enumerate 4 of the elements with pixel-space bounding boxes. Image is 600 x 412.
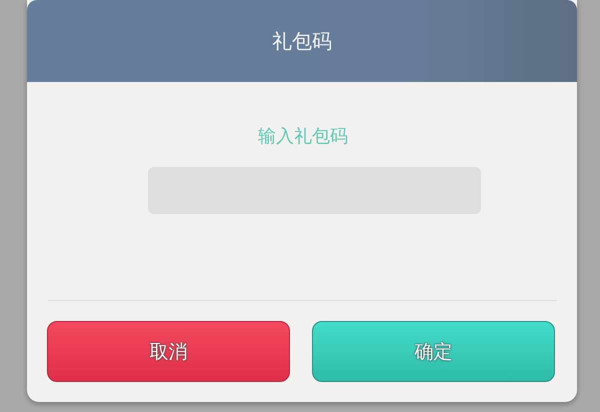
confirm-button[interactable]: 确定 (312, 321, 555, 382)
dialog-title: 礼包码 (272, 28, 332, 54)
prompt-label: 输入礼包码 (258, 125, 348, 148)
cancel-button[interactable]: 取消 (47, 321, 290, 382)
